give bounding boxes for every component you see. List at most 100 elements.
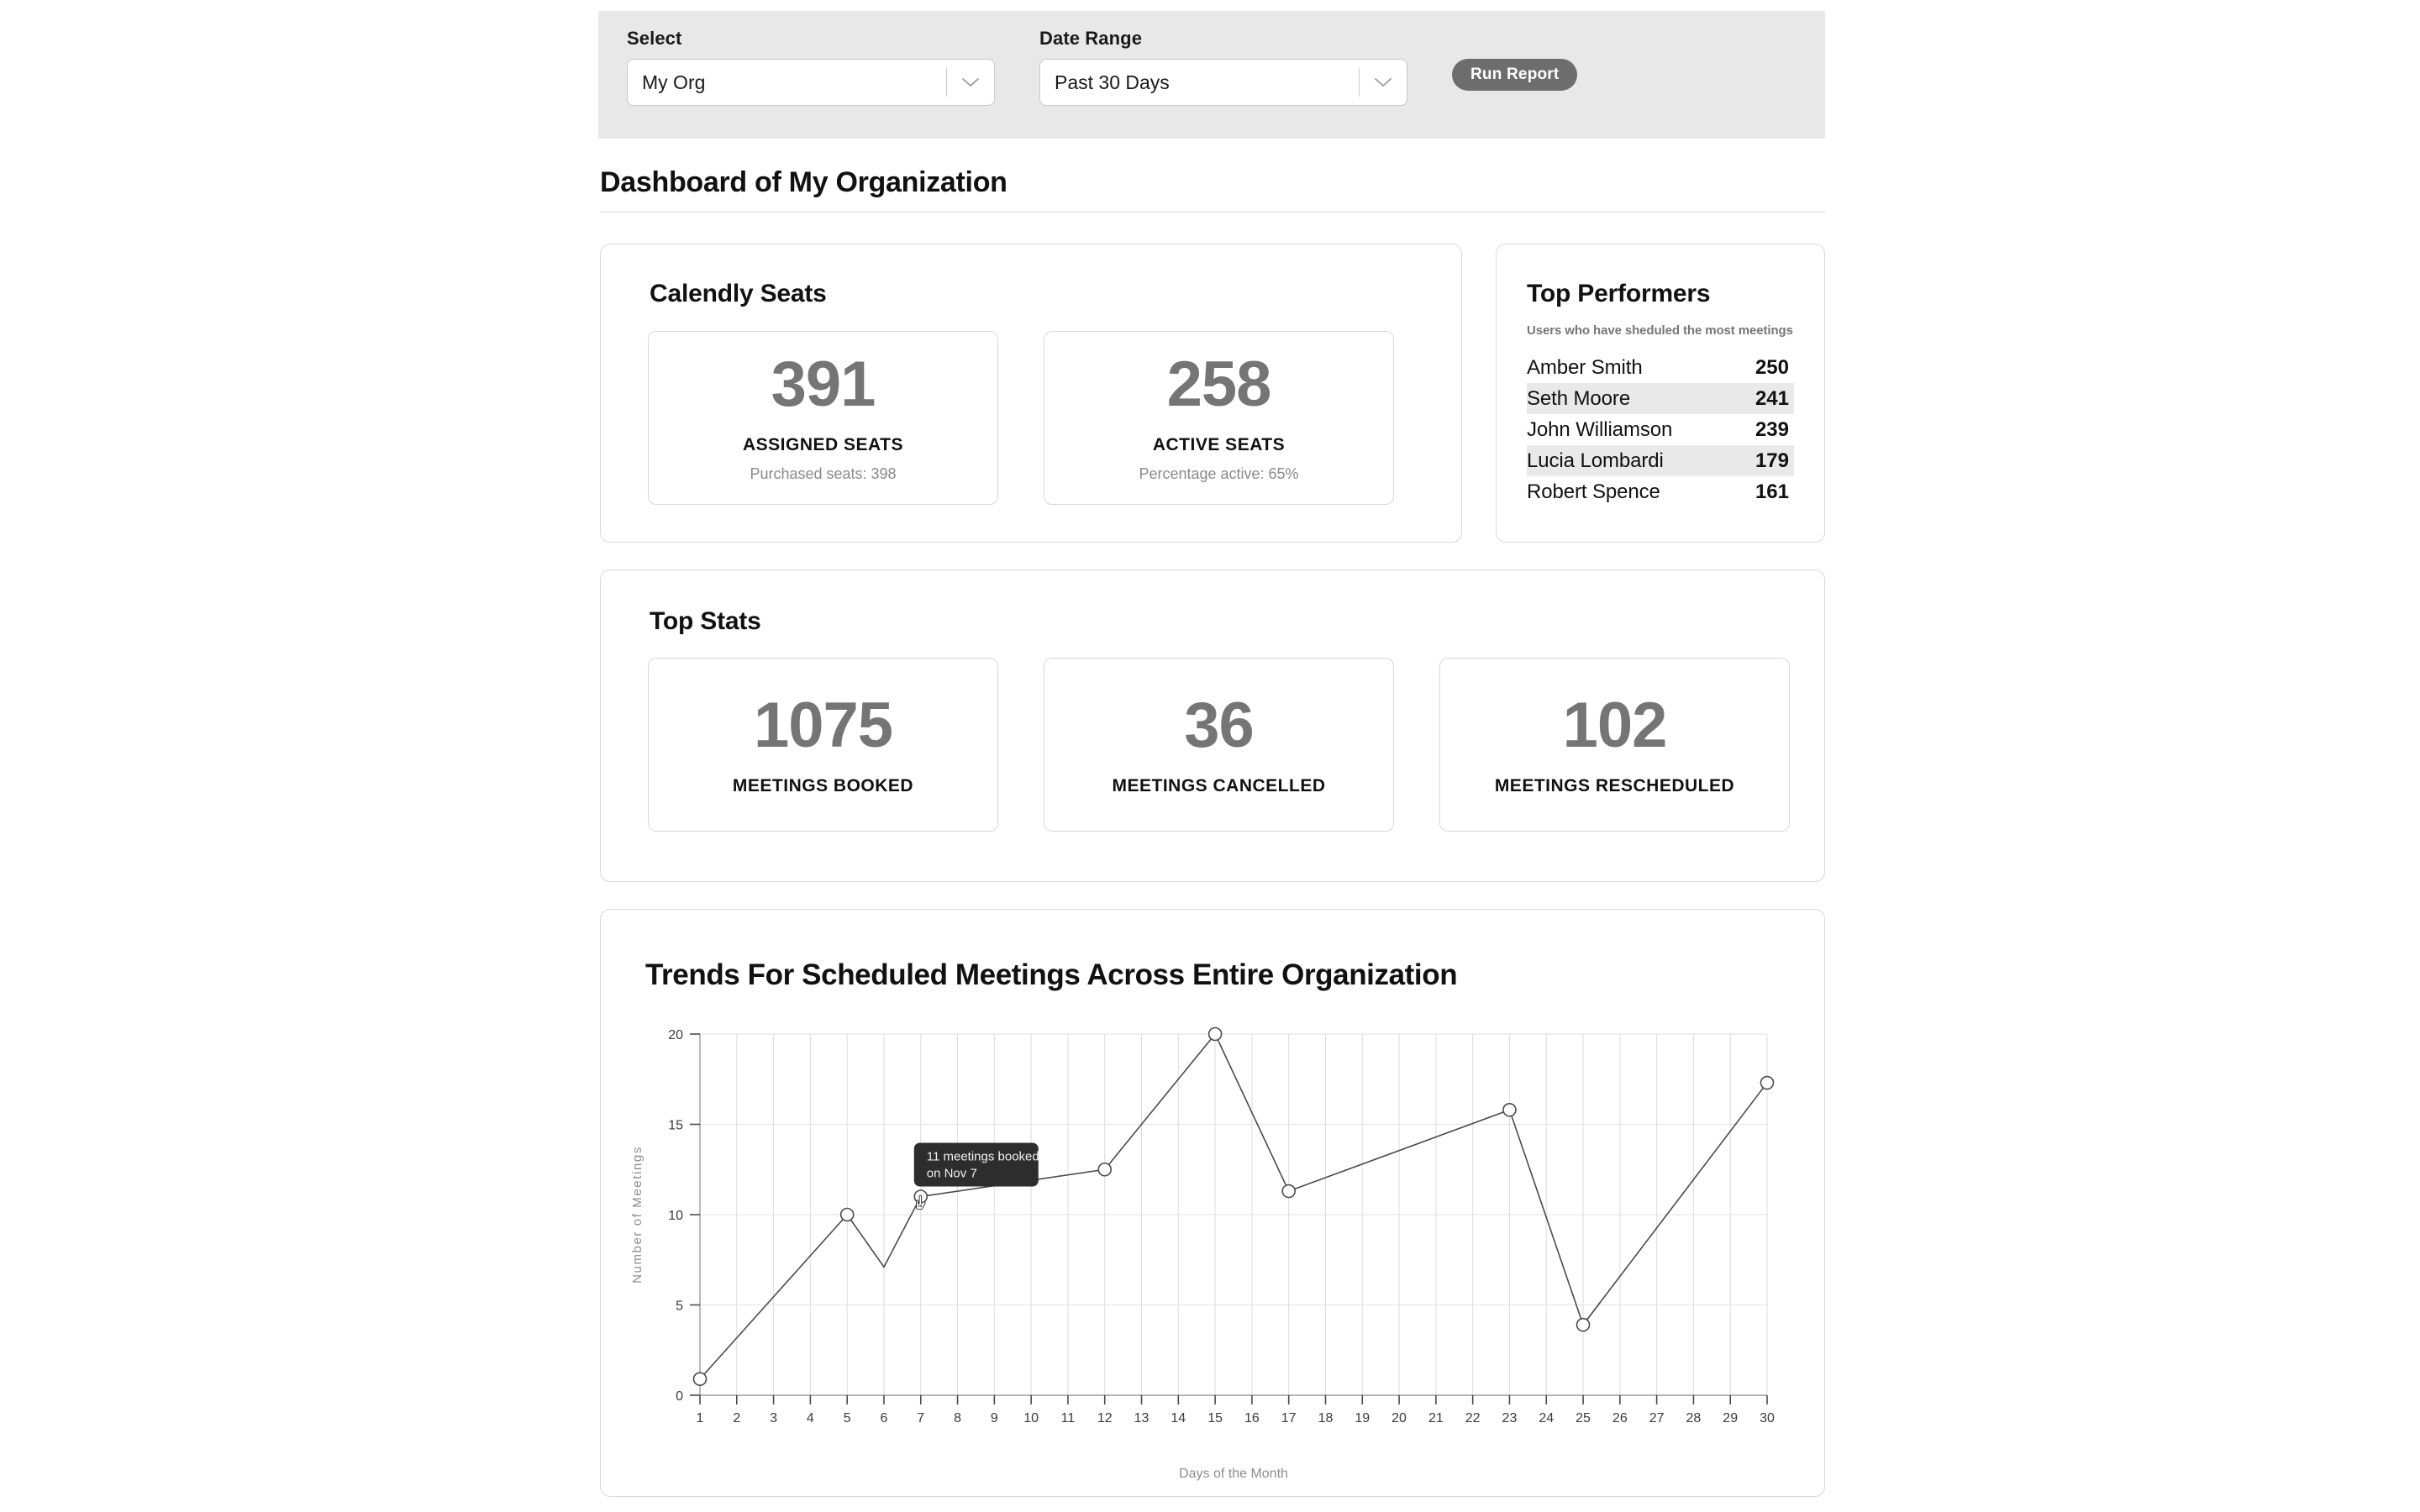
active-seats-sub: Percentage active: 65%	[1139, 465, 1299, 482]
performer-score: 179	[1754, 449, 1789, 472]
performer-score: 241	[1754, 386, 1789, 410]
list-item[interactable]: Lucia Lombardi 179	[1527, 445, 1794, 476]
chart-data-point[interactable]	[839, 1207, 855, 1222]
chart-tooltip-line1: 11 meetings booked	[927, 1150, 1039, 1164]
chevron-down-icon[interactable]	[947, 76, 994, 88]
chart-x-tick-label: 4	[807, 1411, 814, 1425]
chart-data-point[interactable]	[1097, 1162, 1113, 1177]
chart-data-point[interactable]	[1502, 1103, 1517, 1117]
org-select[interactable]: My Org	[627, 59, 995, 106]
chart-x-tick-label: 30	[1760, 1411, 1775, 1425]
chart-data-point[interactable]	[1760, 1075, 1775, 1090]
top-stats-card: Top Stats 1075 MEETINGS BOOKED 36 MEETIN…	[600, 570, 1825, 882]
assigned-seats-sub: Purchased seats: 398	[750, 465, 897, 482]
meetings-rescheduled-caption: MEETINGS RESCHEDULED	[1494, 775, 1735, 795]
chart-x-tick-label: 5	[844, 1411, 851, 1425]
page-title: Dashboard of My Organization	[600, 166, 1007, 198]
top-stats-row: 1075 MEETINGS BOOKED 36 MEETINGS CANCELL…	[648, 658, 1790, 832]
seats-stat-row: 391 ASSIGNED SEATS Purchased seats: 398 …	[648, 331, 1394, 505]
list-item[interactable]: Seth Moore 241	[1527, 383, 1794, 414]
performer-name: Amber Smith	[1527, 355, 1643, 379]
org-select-value: My Org	[642, 71, 706, 93]
date-range-value: Past 30 Days	[1055, 71, 1170, 93]
chart-tooltip-line2: on Nov 7	[927, 1167, 977, 1181]
chart-y-tick-label: 5	[676, 1299, 683, 1314]
chart-x-tick-label: 24	[1539, 1411, 1554, 1425]
performer-name: John Williamson	[1527, 417, 1673, 441]
chart-x-tick-label: 15	[1207, 1411, 1223, 1425]
active-seats-caption: ACTIVE SEATS	[1152, 435, 1286, 454]
run-report-button[interactable]: Run Report	[1452, 59, 1578, 91]
active-seats-stat: 258 ACTIVE SEATS Percentage active: 65%	[1044, 331, 1394, 505]
date-range-select[interactable]: Past 30 Days	[1039, 59, 1407, 106]
meetings-cancelled-caption: MEETINGS CANCELLED	[1112, 775, 1326, 795]
chart-y-tick-label: 0	[676, 1389, 683, 1404]
chart-x-tick-label: 18	[1318, 1411, 1334, 1425]
chart-svg: 051015201 2 3 4 5 6 7 8 9 10 11 12 13 14 15 16 17 18 19 20 2…	[630, 1026, 1775, 1481]
chevron-down-icon[interactable]	[1360, 76, 1407, 88]
performer-score: 161	[1754, 480, 1789, 503]
chart-x-tick-label: 20	[1392, 1411, 1407, 1425]
chart-data-point[interactable]	[1576, 1317, 1591, 1332]
chart-x-axis-label: Days of the Month	[1179, 1467, 1288, 1481]
chart-data-point[interactable]	[1281, 1184, 1296, 1199]
trends-chart-title: Trends For Scheduled Meetings Across Ent…	[645, 958, 1458, 991]
chart-x-tick-label: 2	[733, 1411, 740, 1425]
active-seats-value: 258	[1166, 349, 1272, 420]
chart-x-tick-label: 22	[1465, 1411, 1481, 1425]
list-item[interactable]: Robert Spence 161	[1527, 476, 1794, 507]
chart-x-tick-label: 10	[1023, 1411, 1039, 1425]
org-select-group: Select My Org	[627, 29, 995, 106]
chart-series-line	[699, 1032, 1768, 1380]
calendly-seats-title: Calendly Seats	[650, 280, 827, 307]
top-performers-title: Top Performers	[1527, 280, 1711, 307]
date-range-group: Date Range Past 30 Days	[1039, 29, 1407, 106]
chart-x-tick-label: 19	[1355, 1411, 1370, 1425]
calendly-seats-card: Calendly Seats 391 ASSIGNED SEATS Purcha…	[600, 244, 1462, 543]
performer-score: 239	[1754, 417, 1789, 441]
chart-data-point[interactable]	[692, 1372, 708, 1386]
chart-x-tick-label: 1	[697, 1411, 704, 1425]
chart-x-tick-label: 16	[1244, 1411, 1260, 1425]
chart-x-tick-label: 13	[1134, 1411, 1150, 1425]
meetings-booked-value: 1075	[753, 689, 893, 761]
chart-y-tick-label: 15	[668, 1119, 683, 1133]
assigned-seats-caption: ASSIGNED SEATS	[743, 435, 903, 454]
chart-x-tick-label: 27	[1649, 1411, 1665, 1425]
trends-line-chart[interactable]: 0 5 10 15 20 1 2 3 4 5 6 7 8 9 10 11 12 13 14 15 16 17 18 19 20 2…	[601, 1002, 1826, 1489]
chart-x-tick-label: 29	[1723, 1411, 1738, 1425]
performer-name: Seth Moore	[1527, 386, 1631, 410]
trends-chart-card: Trends For Scheduled Meetings Across Ent…	[600, 909, 1825, 1497]
top-performers-card: Top Performers Users who have sheduled t…	[1496, 244, 1825, 543]
report-filter-toolbar: Select My Org Date Range Past 30 Days Ru…	[598, 11, 1825, 139]
chart-y-axis-label: Number of Meetings	[630, 1146, 644, 1284]
chart-x-tick-label: 21	[1428, 1411, 1444, 1425]
meetings-booked-stat: 1075 MEETINGS BOOKED	[648, 658, 998, 832]
meetings-rescheduled-stat: 102 MEETINGS RESCHEDULED	[1439, 658, 1790, 832]
chart-data-point[interactable]	[1207, 1026, 1223, 1042]
chart-x-tick-label: 25	[1576, 1411, 1591, 1425]
performer-score: 250	[1754, 355, 1789, 379]
chart-x-tick-label: 12	[1097, 1411, 1113, 1425]
title-divider	[600, 212, 1825, 213]
chart-x-tick-label: 17	[1281, 1411, 1297, 1425]
list-item[interactable]: Amber Smith 250	[1527, 352, 1794, 383]
chart-x-tick-label: 6	[881, 1411, 888, 1425]
performer-name: Robert Spence	[1527, 480, 1660, 503]
top-performers-subtitle: Users who have sheduled the most meeting…	[1527, 323, 1793, 338]
chart-x-tick-label: 26	[1612, 1411, 1628, 1425]
chart-x-tick-label: 7	[917, 1411, 924, 1425]
chart-x-tick-label: 3	[770, 1411, 777, 1425]
chart-y-tick-label: 20	[668, 1028, 683, 1042]
chart-x-tick-label: 11	[1061, 1411, 1076, 1425]
meetings-cancelled-value: 36	[1184, 689, 1255, 761]
meetings-booked-caption: MEETINGS BOOKED	[732, 775, 914, 795]
top-stats-title: Top Stats	[650, 607, 761, 635]
chart-x-tick-label: 28	[1686, 1411, 1702, 1425]
performer-name: Lucia Lombardi	[1527, 449, 1664, 472]
top-performers-list: Amber Smith 250 Seth Moore 241 John Will…	[1527, 352, 1794, 507]
assigned-seats-stat: 391 ASSIGNED SEATS Purchased seats: 398	[648, 331, 998, 505]
assigned-seats-value: 391	[771, 349, 876, 420]
list-item[interactable]: John Williamson 239	[1527, 414, 1794, 445]
chart-x-tick-label: 9	[991, 1411, 998, 1425]
